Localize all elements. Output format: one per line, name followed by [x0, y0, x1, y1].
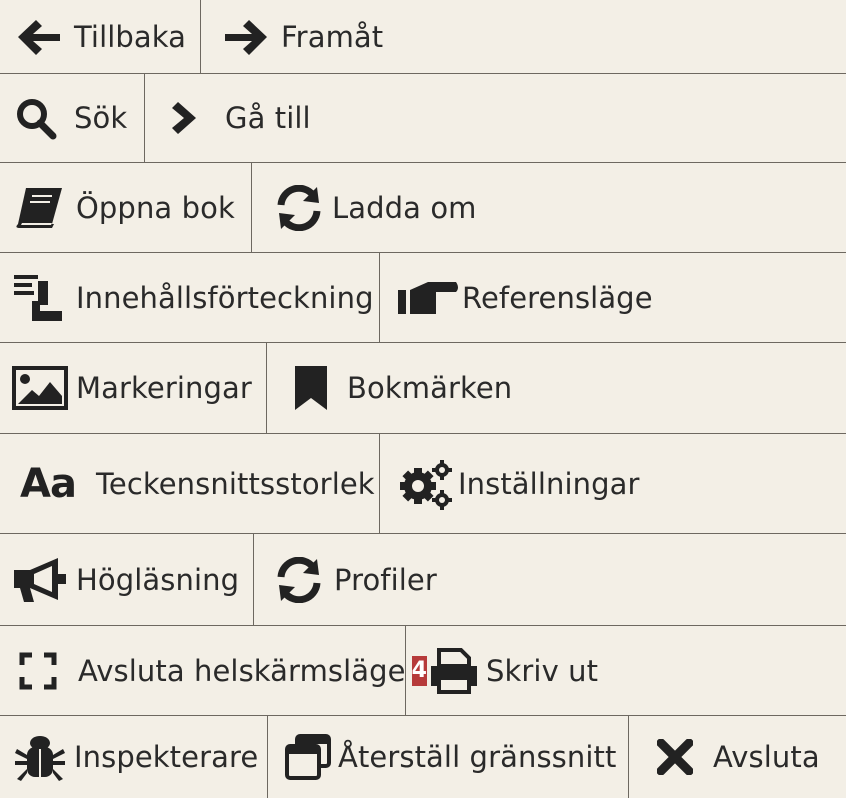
read-aloud-button[interactable]: Högläsning	[0, 534, 254, 625]
megaphone-icon	[12, 556, 68, 604]
print-button[interactable]: Skriv ut	[406, 626, 846, 715]
settings-label: Inställningar	[458, 466, 640, 501]
settings-button[interactable]: Inställningar	[380, 434, 846, 533]
bookmarks-button[interactable]: Bokmärken	[267, 343, 846, 433]
goto-label: Gå till	[225, 101, 311, 135]
gears-icon	[398, 458, 454, 510]
highlights-label: Markeringar	[76, 371, 252, 405]
fullscreen-exit-icon	[16, 651, 60, 691]
exit-fullscreen-label: Avsluta helskärmsläge	[78, 653, 406, 688]
open-book-button[interactable]: Öppna bok	[0, 163, 252, 252]
search-button[interactable]: Sök	[0, 74, 145, 162]
bug-icon	[14, 733, 66, 781]
chevron-right-icon	[169, 98, 205, 138]
refresh-icon	[272, 184, 326, 231]
toc-button[interactable]: Innehållsförteckning	[0, 253, 380, 342]
menu-row: Inspekterare Återställ gränssnitt Avslut…	[0, 716, 846, 798]
font-size-icon: Aa	[20, 460, 77, 507]
windows-icon	[284, 734, 332, 780]
hand-pointing-icon	[398, 278, 458, 318]
menu-row: Tillbaka Framåt	[0, 0, 846, 74]
font-size-label: Teckensnittsstorlek	[96, 466, 375, 501]
profiles-label: Profiler	[334, 562, 437, 597]
print-label: Skriv ut	[486, 653, 599, 688]
reset-interface-button[interactable]: Återställ gränssnitt	[268, 716, 629, 798]
toc-label: Innehållsförteckning	[76, 280, 374, 315]
read-aloud-label: Högläsning	[76, 562, 240, 597]
image-icon	[12, 366, 68, 410]
bookmarks-label: Bokmärken	[347, 371, 513, 405]
exit-fullscreen-button[interactable]: Avsluta helskärmsläge 4	[0, 626, 427, 715]
reference-mode-button[interactable]: Referensläge	[380, 253, 846, 342]
menu-row: Markeringar Bokmärken	[0, 343, 846, 434]
search-label: Sök	[74, 101, 128, 135]
reload-button[interactable]: Ladda om	[252, 163, 846, 252]
toc-icon	[12, 273, 66, 323]
font-size-button[interactable]: Aa Teckensnittsstorlek	[0, 434, 380, 533]
back-button[interactable]: Tillbaka	[0, 0, 201, 73]
close-icon	[655, 739, 695, 775]
arrow-left-icon	[14, 17, 64, 57]
inspector-button[interactable]: Inspekterare	[0, 716, 268, 798]
print-icon	[428, 647, 480, 694]
menu-row: Öppna bok Ladda om	[0, 163, 846, 253]
search-icon	[12, 96, 60, 140]
profiles-button[interactable]: Profiler	[254, 534, 846, 625]
back-label: Tillbaka	[74, 19, 187, 54]
book-icon	[12, 186, 66, 230]
menu-row: Högläsning Profiler	[0, 534, 846, 626]
arrow-right-icon	[221, 17, 271, 57]
forward-button[interactable]: Framåt	[201, 0, 846, 73]
menu-row: Aa Teckensnittsstorlek Inställningar	[0, 434, 846, 534]
refresh-icon	[272, 556, 326, 603]
quit-label: Avsluta	[713, 740, 820, 774]
bookmark-icon	[291, 366, 331, 410]
menu-row: Innehållsförteckning Referensläge	[0, 253, 846, 343]
reload-label: Ladda om	[332, 190, 477, 225]
inspector-label: Inspekterare	[74, 740, 259, 774]
reference-mode-label: Referensläge	[462, 280, 653, 315]
reset-interface-label: Återställ gränssnitt	[338, 740, 617, 774]
forward-label: Framåt	[281, 19, 384, 54]
open-book-label: Öppna bok	[76, 190, 235, 225]
quit-button[interactable]: Avsluta	[629, 716, 846, 798]
viewer-menu: Tillbaka Framåt Sök Gå till Öppna bok La…	[0, 0, 846, 798]
highlights-button[interactable]: Markeringar	[0, 343, 267, 433]
menu-row: Sök Gå till	[0, 74, 846, 163]
goto-button[interactable]: Gå till	[145, 74, 846, 162]
menu-row: Avsluta helskärmsläge 4 Skriv ut	[0, 626, 846, 716]
